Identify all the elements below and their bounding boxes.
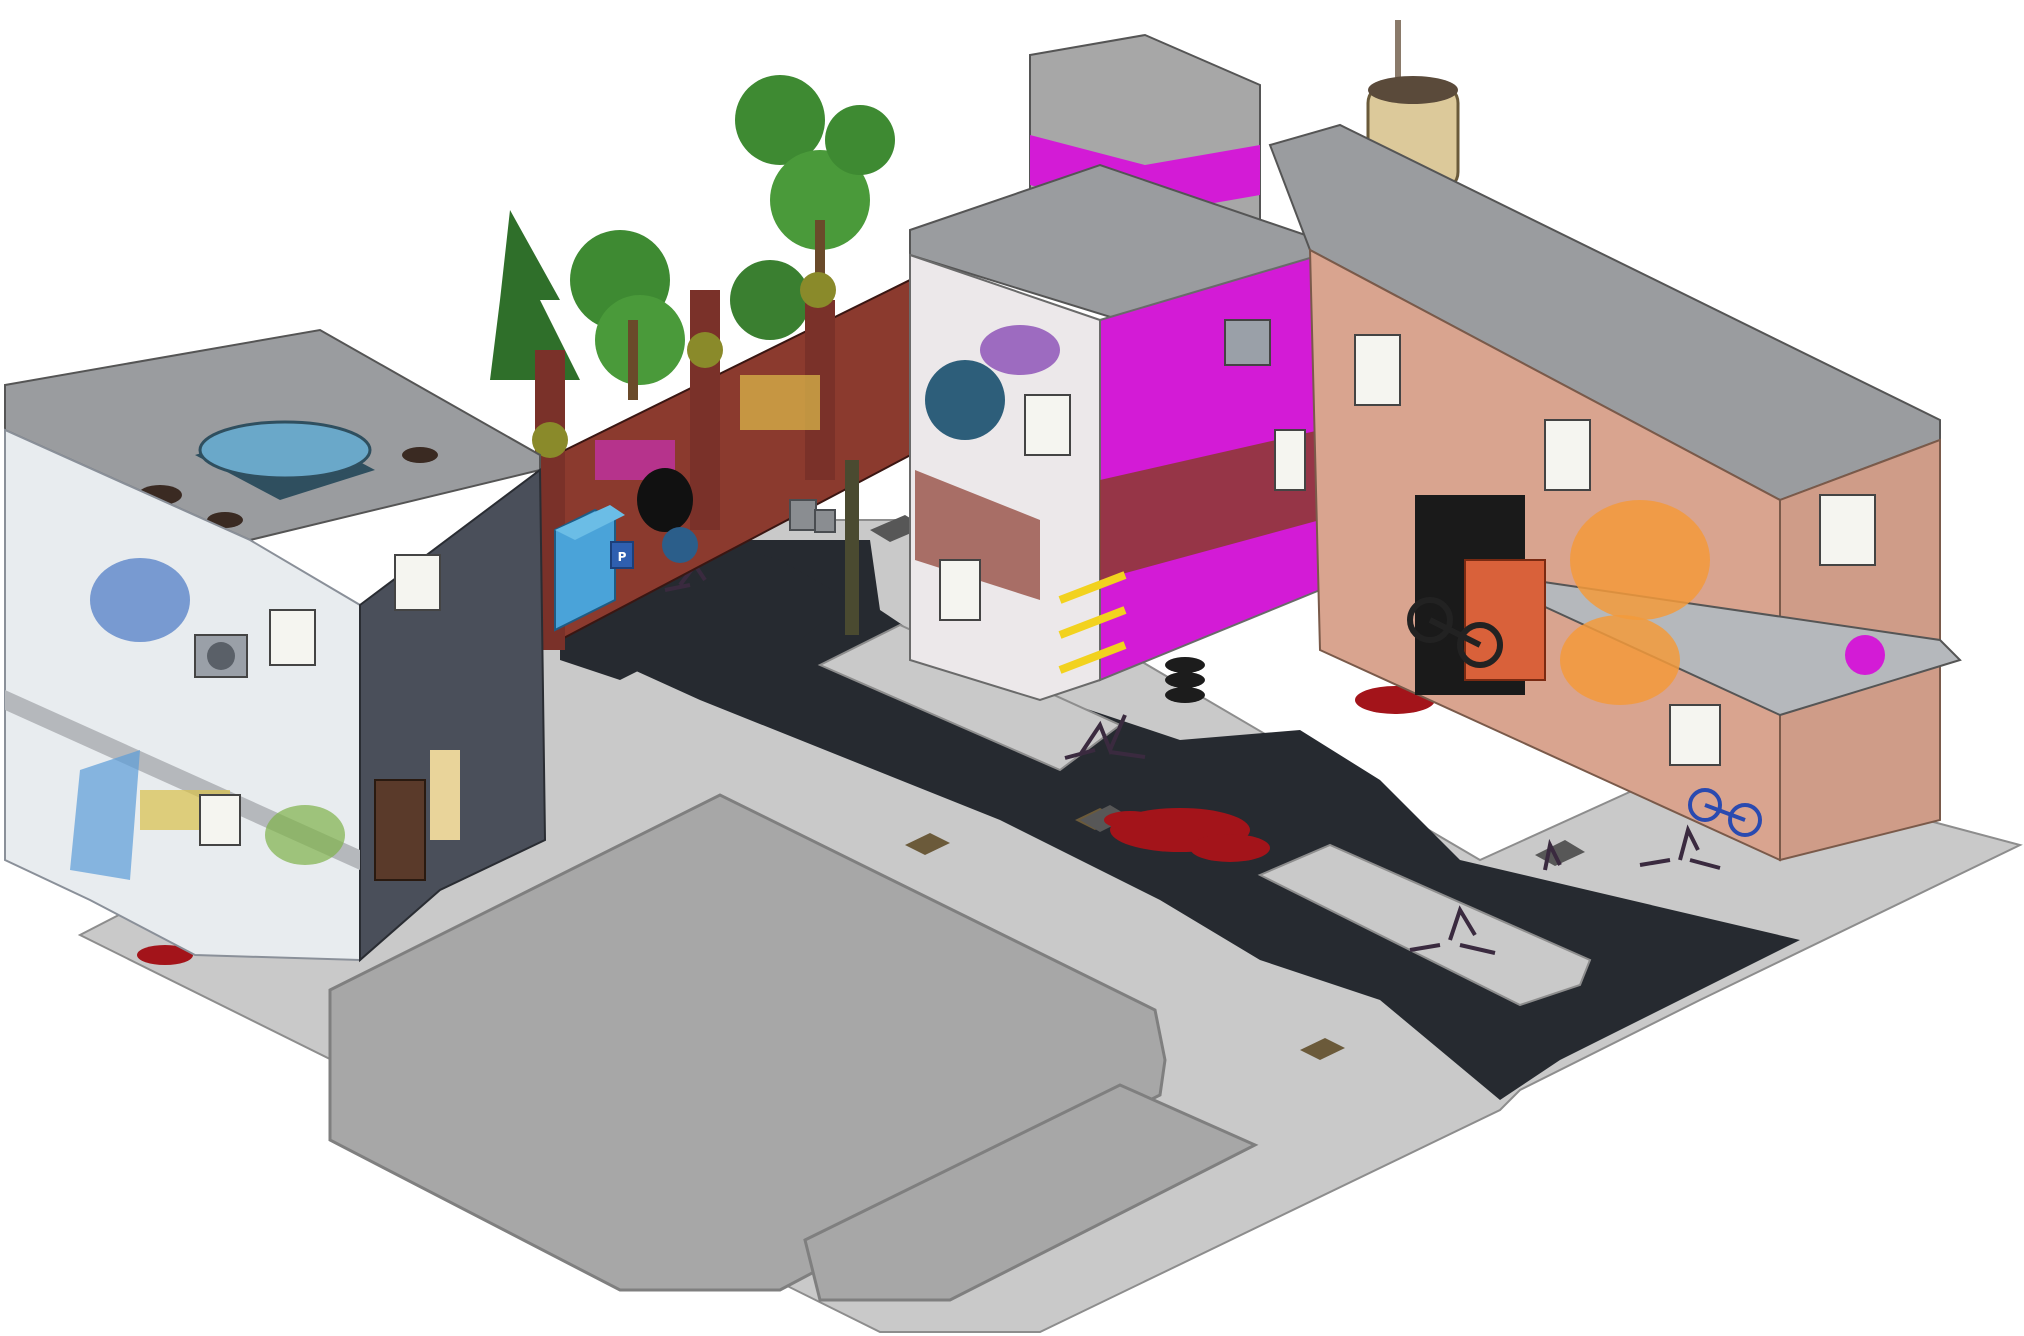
isometric-street-scene: P xyxy=(4,20,2023,1333)
graffiti-orange xyxy=(1570,500,1710,620)
utility-pole xyxy=(845,460,859,635)
graffiti-orange xyxy=(1560,615,1680,705)
right-brick-building xyxy=(1268,20,1962,862)
left-tiled-building xyxy=(4,328,547,963)
wall-graffiti xyxy=(740,375,820,430)
doorway-light xyxy=(430,750,460,840)
parking-sign-label: P xyxy=(618,550,627,564)
doorway[interactable] xyxy=(374,779,426,881)
graffiti-green xyxy=(265,805,345,865)
parking-sign-icon[interactable]: P xyxy=(610,541,634,569)
middle-tower xyxy=(909,33,1321,703)
robot-figure[interactable] xyxy=(662,527,698,563)
neon-sign xyxy=(1845,635,1885,675)
graffiti-purple xyxy=(980,325,1060,375)
graffiti-blue xyxy=(90,558,190,642)
roof-hole xyxy=(402,447,438,463)
tree-icon xyxy=(825,105,895,175)
tree-icon xyxy=(595,295,685,385)
ventilation-fan-icon xyxy=(194,634,248,678)
tree-icon xyxy=(730,260,810,340)
ventilation-fan-icon xyxy=(1224,319,1271,366)
tire-stack-icon[interactable] xyxy=(1165,657,1205,703)
trash-can-icon[interactable] xyxy=(789,499,836,533)
robot-graffiti xyxy=(925,360,1005,440)
wall-hole xyxy=(637,468,693,532)
